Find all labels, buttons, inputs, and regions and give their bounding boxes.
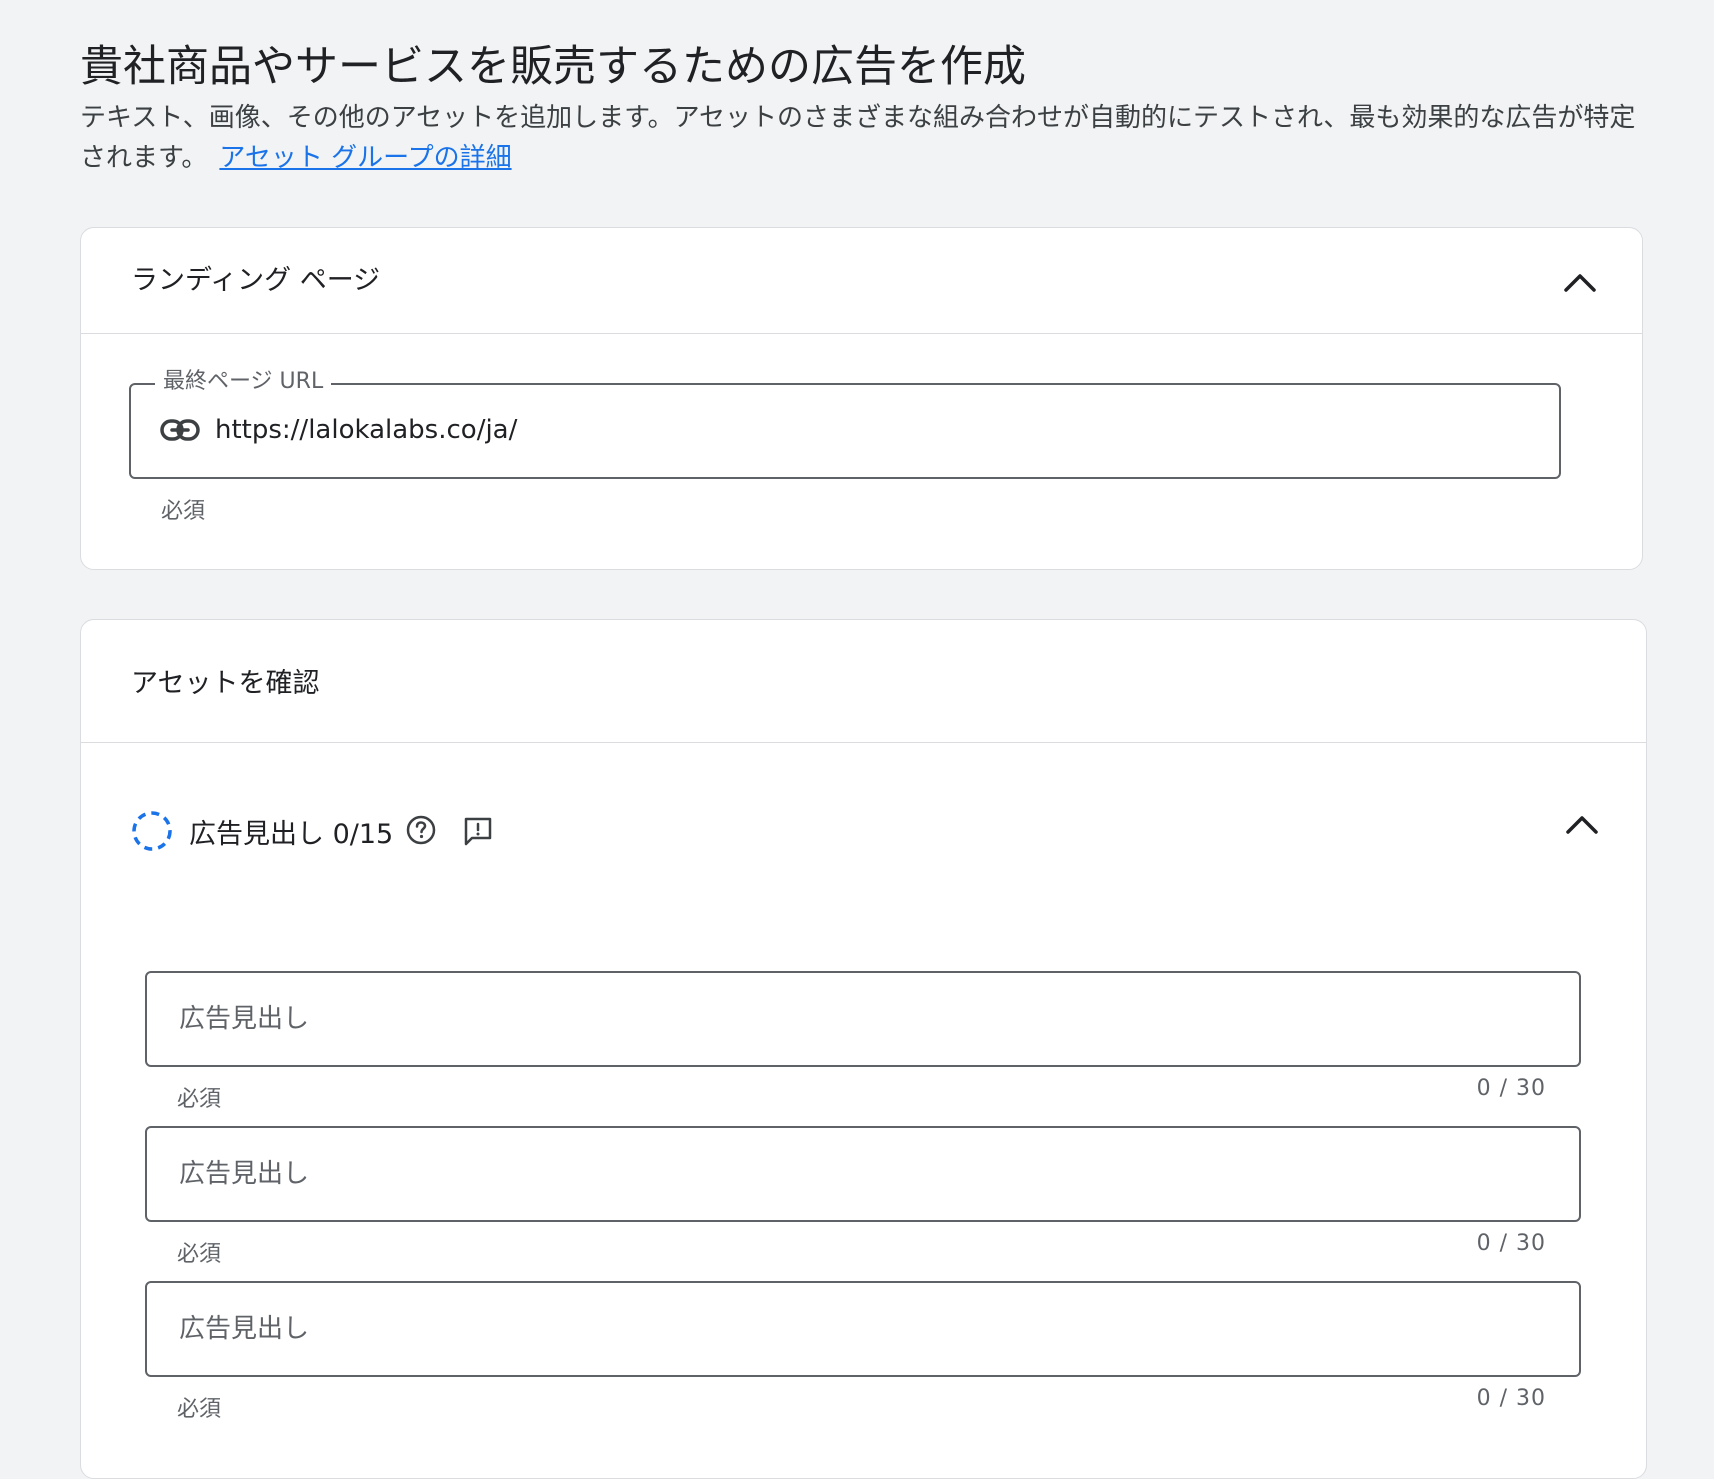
page-description: テキスト、画像、その他のアセットを追加します。アセットのさまざまな組み合わせが自…: [80, 98, 1640, 178]
headline-required-hint-3: 必須: [177, 1397, 222, 1422]
headlines-title: 広告見出し 0/15: [189, 819, 394, 850]
final-url-required-hint: 必須: [161, 499, 206, 524]
feedback-icon[interactable]: [461, 814, 495, 848]
final-url-label: 最終ページ URL: [155, 367, 332, 397]
headline-char-counter-1: 0 / 30: [1476, 1076, 1546, 1101]
landing-page-card: ランディング ページ 最終ページ URL https://lalokalabs.…: [80, 227, 1643, 570]
landing-page-title: ランディング ページ: [131, 265, 381, 296]
review-assets-title: アセットを確認: [131, 668, 320, 699]
headline-char-counter-3: 0 / 30: [1476, 1386, 1546, 1411]
headline-field-3[interactable]: [145, 1281, 1581, 1377]
landing-page-header[interactable]: ランディング ページ: [81, 228, 1642, 334]
headlines-section-header[interactable]: 広告見出し 0/15: [81, 800, 1646, 860]
review-assets-card: アセットを確認 広告見出し 0/15 必須 0 / 30 必須 0 / 30: [80, 619, 1647, 1479]
headline-input-1[interactable]: [147, 973, 1579, 1065]
final-url-value[interactable]: https://lalokalabs.co/ja/: [215, 413, 517, 447]
help-circle-icon[interactable]: [405, 814, 437, 846]
headline-required-hint-2: 必須: [177, 1242, 222, 1267]
chevron-up-icon: [1564, 274, 1596, 292]
progress-ring-icon: [132, 811, 172, 851]
asset-group-details-link[interactable]: アセット グループの詳細: [219, 143, 511, 173]
headline-input-2[interactable]: [147, 1128, 1579, 1220]
review-assets-header: アセットを確認: [81, 620, 1646, 743]
headline-char-counter-2: 0 / 30: [1476, 1231, 1546, 1256]
chevron-up-icon: [1566, 816, 1598, 834]
page-title: 貴社商品やサービスを販売するための広告を作成: [80, 42, 1026, 92]
final-url-field[interactable]: 最終ページ URL https://lalokalabs.co/ja/: [129, 367, 1561, 479]
headline-required-hint-1: 必須: [177, 1087, 222, 1112]
headline-field-1[interactable]: [145, 971, 1581, 1067]
headline-input-3[interactable]: [147, 1283, 1579, 1375]
headline-field-2[interactable]: [145, 1126, 1581, 1222]
landing-page-collapse-button[interactable]: [1556, 258, 1604, 306]
headlines-collapse-button[interactable]: [1558, 800, 1606, 848]
link-icon: [160, 419, 200, 441]
